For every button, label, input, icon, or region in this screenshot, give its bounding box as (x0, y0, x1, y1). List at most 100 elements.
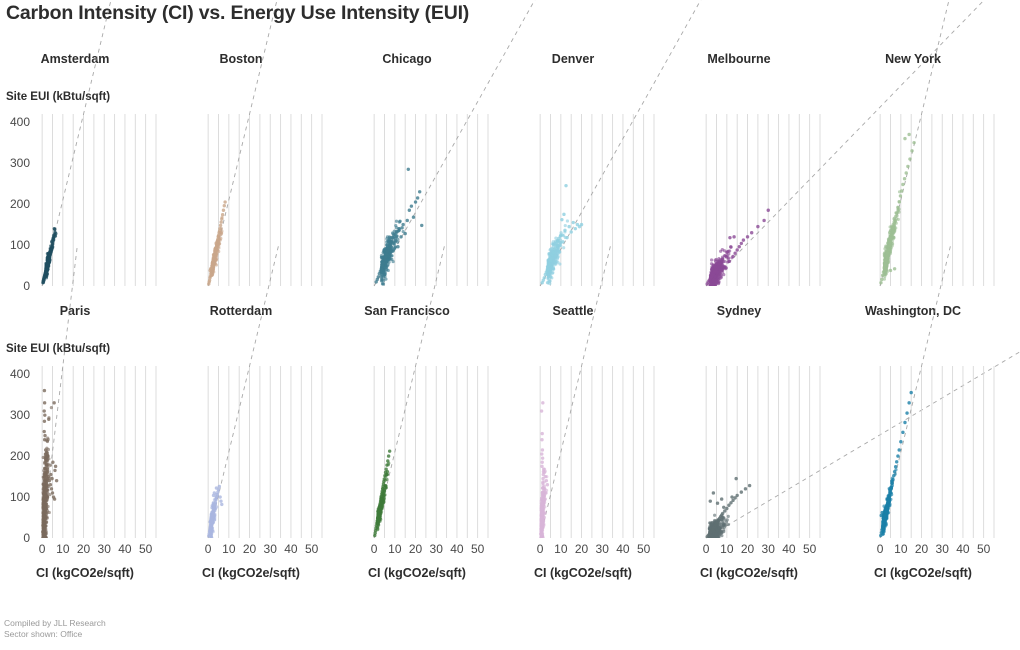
plot-area (38, 0, 157, 287)
x-tick-label: 30 (595, 542, 609, 556)
footnote-sector: Sector shown: Office (4, 629, 83, 639)
facet-panel: Melbourne (664, 0, 985, 304)
x-tick-label: 10 (554, 542, 568, 556)
y-tick-labels: 0 100 200 300 400 (0, 114, 34, 293)
plot-area (536, 245, 655, 539)
plot-area (536, 0, 702, 287)
panel-title-sydney: Sydney (716, 304, 762, 318)
gridlines (879, 114, 995, 286)
x-axis-title: CI (kgCO2e/sqft) (700, 566, 798, 580)
gridlines (41, 114, 157, 286)
facet-panel: New York (838, 0, 1003, 304)
x-tick-label: 40 (284, 542, 298, 556)
panel-title-seattle: Seattle (552, 304, 594, 318)
y-tick-label: 0 (23, 279, 30, 293)
x-tick-label: 40 (616, 542, 630, 556)
y-tick-label: 200 (9, 449, 30, 464)
plot-area (370, 245, 489, 539)
x-axis-title: CI (kgCO2e/sqft) (368, 566, 466, 580)
footnote-source: Compiled by JLL Research (4, 618, 106, 628)
x-tick-label: 0 (702, 542, 710, 556)
x-tick-label: 20 (242, 542, 257, 556)
x-tick-label: 20 (76, 542, 91, 556)
x-tick-label: 40 (956, 542, 970, 556)
x-axis-title: CI (kgCO2e/sqft) (36, 566, 134, 580)
panel-title-boston: Boston (219, 52, 263, 66)
panel-title-paris: Paris (59, 304, 91, 318)
panel-title-denver: Denver (551, 52, 595, 66)
x-axis-title: CI (kgCO2e/sqft) (202, 566, 300, 580)
x-tick-label: 0 (38, 542, 46, 556)
scatter-points (540, 183, 584, 286)
x-tick-label: 20 (740, 542, 755, 556)
scatter-points (41, 226, 58, 285)
x-tick-label: 50 (636, 542, 651, 556)
x-axis-title: CI (kgCO2e/sqft) (534, 566, 632, 580)
x-tick-label: 10 (388, 542, 402, 556)
plot-area (702, 0, 985, 287)
x-tick-label: 10 (56, 542, 70, 556)
facet-panel: Amsterdam Site EUI (kBtu/sqft) 0 100 200 300 4… (0, 0, 165, 304)
panel-title-amsterdam: Amsterdam (40, 52, 110, 66)
x-tick-label: 50 (138, 542, 153, 556)
x-tick-label: 40 (450, 542, 464, 556)
x-tick-label: 0 (536, 542, 544, 556)
scatter-points (705, 208, 770, 286)
x-tick-labels: 0 10 20 30 40 50 (536, 542, 654, 560)
x-tick-label: 40 (782, 542, 796, 556)
facet-panel: Seattle 0 10 20 30 40 50 CI (kgCO2e/sqft) (498, 245, 663, 580)
y-axis-title: Site EUI (kBtu/sqft) (6, 91, 111, 103)
x-tick-label: 10 (222, 542, 236, 556)
footnote: Compiled by JLL Research Sector shown: O… (4, 618, 106, 640)
facet-panel: Rotterdam 0 10 20 30 40 50 CI (kgCO2e/sqft) (166, 245, 331, 580)
x-tick-labels: 0 10 20 30 40 50 (38, 542, 156, 560)
page-title: Carbon Intensity (CI) vs. Energy Use Int… (6, 2, 470, 24)
scatter-points (373, 449, 392, 538)
scatter-points (207, 484, 224, 538)
scatter-points (374, 167, 424, 286)
x-tick-label: 50 (976, 542, 991, 556)
x-tick-label: 0 (204, 542, 212, 556)
x-tick-label: 0 (876, 542, 884, 556)
x-tick-label: 20 (914, 542, 929, 556)
x-tick-label: 50 (802, 542, 817, 556)
y-tick-label: 300 (9, 408, 30, 423)
y-tick-label: 100 (9, 238, 30, 253)
panel-title-washington-dc: Washington, DC (864, 304, 962, 318)
y-tick-label: 400 (9, 367, 30, 382)
gridlines (539, 366, 655, 538)
facet-panel: Washington, DC 0 10 20 30 40 50 CI (kgCO2e/sqft… (838, 245, 1003, 580)
x-tick-labels: 0 10 20 30 40 50 (876, 542, 994, 560)
x-tick-label: 10 (720, 542, 734, 556)
plot-area (876, 0, 995, 287)
x-tick-label: 30 (429, 542, 443, 556)
x-tick-labels: 0 10 20 30 40 50 (370, 542, 488, 560)
y-tick-label: 200 (9, 197, 30, 212)
x-tick-label: 20 (408, 542, 423, 556)
y-tick-label: 300 (9, 156, 30, 171)
y-tick-label: 100 (9, 490, 30, 505)
scatter-points (41, 388, 59, 538)
x-tick-label: 40 (118, 542, 132, 556)
x-tick-label: 30 (761, 542, 775, 556)
gridlines (207, 366, 323, 538)
facet-panel: Sydney 0 10 20 30 40 50 CI (kgCO2e/sqft) (664, 304, 1020, 580)
x-tick-label: 10 (894, 542, 908, 556)
facet-panel: San Francisco 0 10 20 30 40 50 CI (kgCO2e/sqft) (332, 245, 497, 580)
plot-area (702, 351, 1020, 539)
panel-title-rotterdam: Rotterdam (209, 304, 273, 318)
x-axis-title: CI (kgCO2e/sqft) (874, 566, 972, 580)
gridlines (879, 366, 995, 538)
x-tick-label: 30 (97, 542, 111, 556)
panel-title-san-francisco: San Francisco (364, 304, 450, 318)
facet-panel: Denver (498, 0, 702, 304)
x-tick-label: 0 (370, 542, 378, 556)
x-tick-labels: 0 10 20 30 40 50 (702, 542, 820, 560)
x-tick-label: 20 (574, 542, 589, 556)
x-tick-label: 50 (304, 542, 319, 556)
x-tick-label: 30 (935, 542, 949, 556)
plot-area (370, 0, 536, 287)
y-tick-label: 0 (23, 531, 30, 545)
facet-panel: Paris Site EUI (kBtu/sqft) 0 100 200 300 400 0 1… (0, 245, 165, 580)
panel-title-chicago: Chicago (382, 52, 432, 66)
